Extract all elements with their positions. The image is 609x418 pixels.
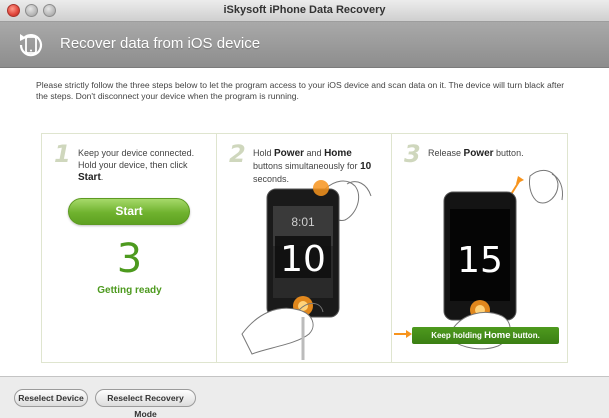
- step-1: 1 Keep your device connected. Hold your …: [42, 134, 217, 362]
- reselect-recovery-mode-button[interactable]: Reselect Recovery Mode: [95, 389, 196, 418]
- phone-time: 8:01: [291, 215, 315, 229]
- banner-text-bold: Home: [484, 330, 511, 341]
- steps-panel: 1 Keep your device connected. Hold your …: [41, 133, 568, 363]
- start-button[interactable]: Start: [68, 198, 190, 225]
- step-2: 2 Hold Power and Home buttons simultaneo…: [217, 134, 392, 362]
- window-title: iSkysoft iPhone Data Recovery: [223, 4, 386, 16]
- phone-countdown: 10: [280, 239, 326, 280]
- step-number: 1: [54, 140, 71, 168]
- step-text-end: .: [100, 172, 104, 182]
- power-button-glow: [313, 180, 329, 196]
- reselect-device-button[interactable]: Reselect Device: [14, 389, 88, 407]
- step-text-bold: Start: [78, 172, 101, 183]
- page-title: Recover data from iOS device: [60, 35, 261, 52]
- page-header: Recover data from iOS device: [0, 22, 609, 68]
- footer-bar: Reselect Device Reselect Recovery Mode: [0, 376, 609, 418]
- title-bar: iSkysoft iPhone Data Recovery: [0, 0, 609, 22]
- keep-holding-banner: Keep holding Home button.: [412, 327, 559, 344]
- step-3: 3 Release Power button. 15 Keep holding …: [392, 134, 567, 362]
- banner-text: button.: [510, 331, 540, 340]
- phone-countdown: 15: [457, 240, 503, 281]
- restore-device-icon: [19, 34, 43, 57]
- hold-buttons-illustration: 8:01 10: [241, 180, 372, 360]
- step-text-line: Hold your device, then click: [78, 160, 188, 170]
- instructions-text: Please strictly follow the three steps b…: [36, 80, 565, 101]
- countdown-number: 3: [116, 236, 143, 282]
- step-text-line: Keep your device connected.: [78, 148, 195, 158]
- status-text: Getting ready: [97, 285, 162, 296]
- up-arrow-head: [516, 176, 524, 184]
- banner-text: Keep holding: [431, 331, 485, 340]
- step-instruction: Keep your device connected. Hold your de…: [78, 147, 208, 184]
